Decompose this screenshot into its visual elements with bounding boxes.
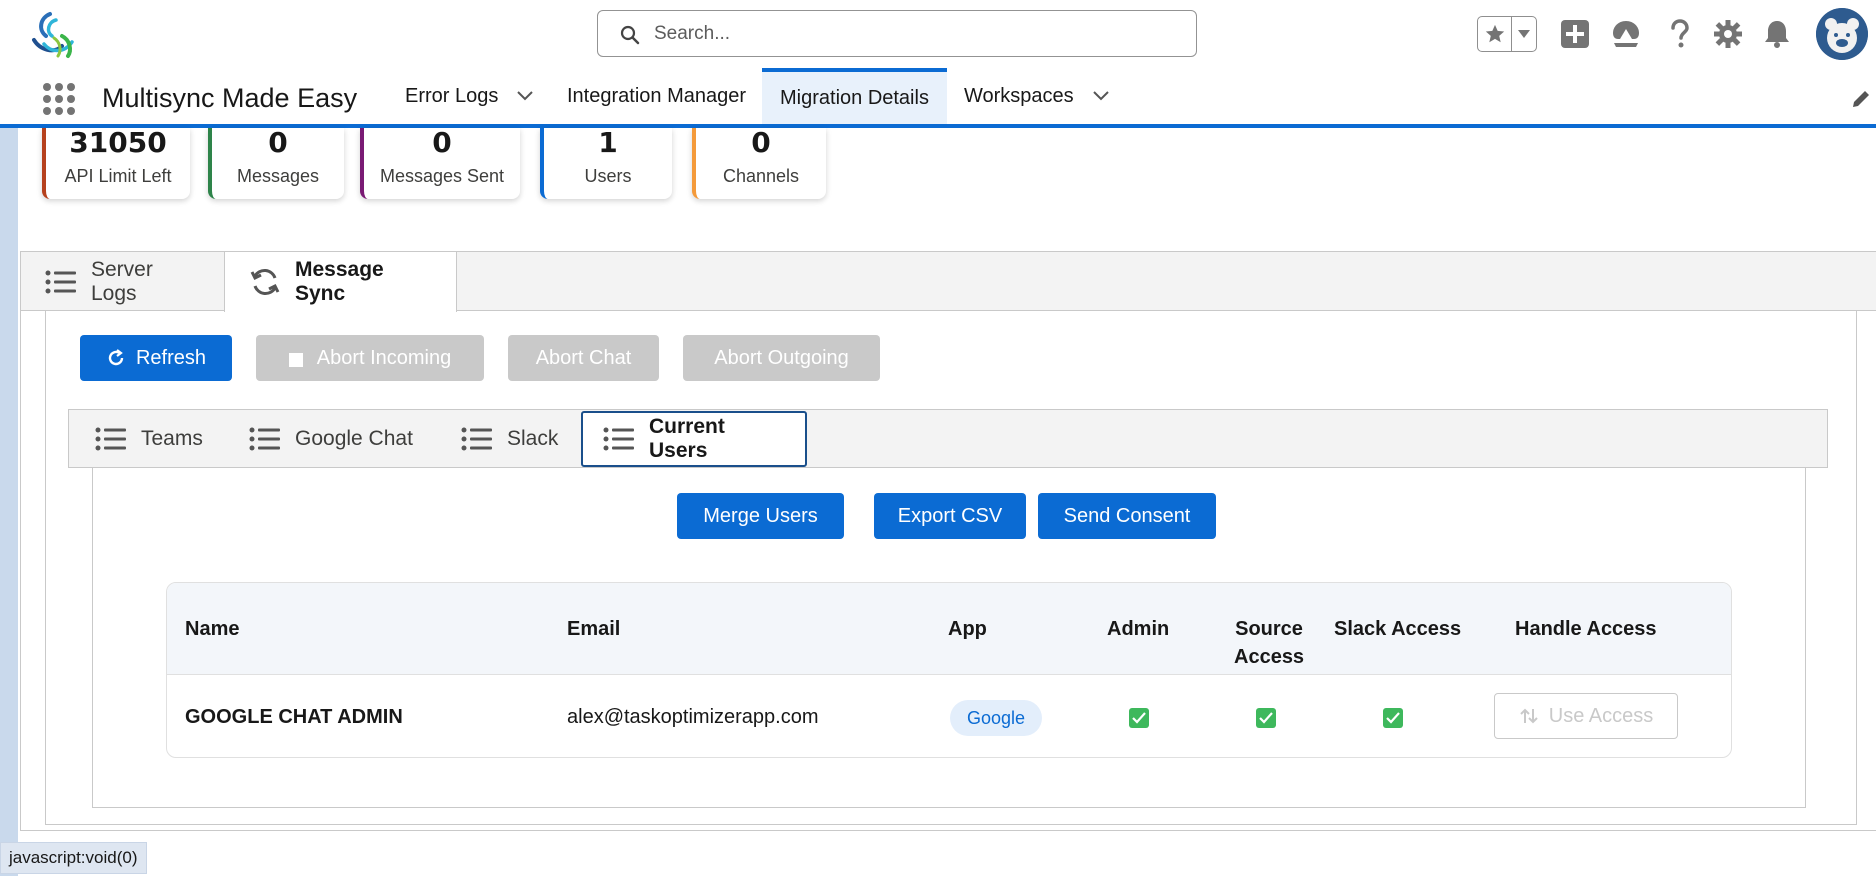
sort-arrows-icon	[1519, 706, 1539, 726]
stop-icon	[288, 353, 303, 367]
global-header	[0, 0, 1876, 68]
favorites-star-icon[interactable]	[1478, 17, 1512, 51]
sync-tab-bar: Server Logs Message Sync	[21, 252, 1876, 312]
favorites-group[interactable]	[1477, 16, 1537, 52]
column-header-app[interactable]: App	[948, 615, 987, 643]
export-csv-button[interactable]: Export CSV	[874, 493, 1026, 539]
stat-label: Messages	[236, 166, 320, 186]
refresh-button[interactable]: Refresh	[80, 335, 232, 381]
stat-label: Channels	[722, 166, 800, 186]
stat-label: Users	[584, 166, 632, 186]
users-table: Name Email App Admin Source Access Slack…	[166, 582, 1732, 758]
tab-server-logs[interactable]: Server Logs	[21, 252, 224, 311]
stat-value: 31050	[69, 126, 167, 159]
user-name: GOOGLE CHAT ADMIN	[185, 706, 403, 728]
slack-access-checkbox-icon[interactable]	[1383, 708, 1403, 728]
tab-slack[interactable]: Slack	[461, 410, 558, 467]
stat-value: 0	[751, 126, 771, 159]
column-header-email[interactable]: Email	[567, 615, 620, 643]
nav-item-error-logs[interactable]: Error Logs	[387, 68, 552, 124]
admin-checkbox-icon[interactable]	[1129, 708, 1149, 728]
search-input[interactable]	[654, 19, 1174, 49]
global-search[interactable]	[597, 10, 1197, 57]
caret-down-icon[interactable]	[1512, 17, 1536, 51]
tab-current-users[interactable]: Current Users	[581, 411, 807, 467]
list-icon	[45, 270, 77, 294]
app-launcher-icon[interactable]	[42, 82, 76, 116]
setup-gear-icon[interactable]	[1710, 16, 1746, 52]
help-icon[interactable]	[1662, 16, 1698, 52]
avatar[interactable]	[1816, 8, 1868, 60]
table-header-row: Name Email App Admin Source Access Slack…	[167, 583, 1731, 675]
abort-outgoing-button[interactable]: Abort Outgoing	[683, 335, 880, 381]
list-icon	[95, 427, 127, 451]
stat-card-messages: 0 Messages	[208, 128, 344, 199]
refresh-icon	[106, 348, 126, 368]
nav-item-integration-manager[interactable]: Integration Manager	[549, 68, 764, 124]
app-name: Multisync Made Easy	[102, 83, 358, 113]
notifications-bell-icon[interactable]	[1759, 16, 1795, 52]
search-icon	[620, 25, 640, 45]
tab-message-sync[interactable]: Message Sync	[224, 252, 457, 312]
use-access-button[interactable]: Use Access	[1494, 693, 1678, 739]
source-access-checkbox-icon[interactable]	[1256, 708, 1276, 728]
stat-value: 0	[432, 126, 452, 159]
add-icon[interactable]	[1557, 16, 1593, 52]
chevron-down-icon[interactable]	[516, 90, 534, 102]
app-logo-icon[interactable]	[28, 10, 80, 60]
app-nav-bar: Multisync Made Easy Error Logs Integrati…	[0, 68, 1876, 128]
nav-item-migration-details[interactable]: Migration Details	[762, 68, 947, 124]
trailhead-icon[interactable]	[1608, 16, 1644, 52]
stat-card-messages-sent: 0 Messages Sent	[360, 128, 520, 199]
sync-refresh-icon	[249, 266, 281, 298]
abort-chat-button[interactable]: Abort Chat	[508, 335, 659, 381]
chevron-down-icon[interactable]	[1092, 90, 1110, 102]
browser-status-bar: javascript:void(0)	[0, 842, 147, 874]
list-icon	[461, 427, 493, 451]
abort-incoming-button[interactable]: Abort Incoming	[256, 335, 484, 381]
column-header-admin[interactable]: Admin	[1107, 615, 1169, 643]
app-badge: Google	[950, 700, 1042, 736]
stat-card-channels: 0 Channels	[692, 128, 826, 199]
merge-users-button[interactable]: Merge Users	[677, 493, 844, 539]
stat-card-api-limit: 31050 API Limit Left	[42, 128, 190, 199]
sub-tab-bar: Teams Google Chat Slack Current Users	[68, 409, 1828, 468]
user-email: alex@taskoptimizerapp.com	[567, 706, 819, 728]
edit-nav-pencil-icon[interactable]	[1850, 88, 1872, 110]
stat-value: 1	[598, 126, 618, 159]
stat-label: API Limit Left	[64, 166, 172, 186]
stat-label: Messages Sent	[379, 166, 505, 186]
stat-card-users: 1 Users	[540, 128, 672, 199]
stat-value: 0	[268, 126, 288, 159]
send-consent-button[interactable]: Send Consent	[1038, 493, 1216, 539]
column-header-slack-access[interactable]: Slack Access	[1334, 615, 1461, 643]
tab-google-chat[interactable]: Google Chat	[249, 410, 413, 467]
left-decorative-strip	[0, 128, 18, 876]
nav-item-workspaces[interactable]: Workspaces	[946, 68, 1128, 124]
list-icon	[603, 427, 635, 451]
list-icon	[249, 427, 281, 451]
column-header-handle-access[interactable]: Handle Access	[1515, 615, 1657, 643]
tab-teams[interactable]: Teams	[95, 410, 203, 467]
column-header-source-access[interactable]: Source Access	[1234, 615, 1304, 671]
column-header-name[interactable]: Name	[185, 615, 239, 643]
